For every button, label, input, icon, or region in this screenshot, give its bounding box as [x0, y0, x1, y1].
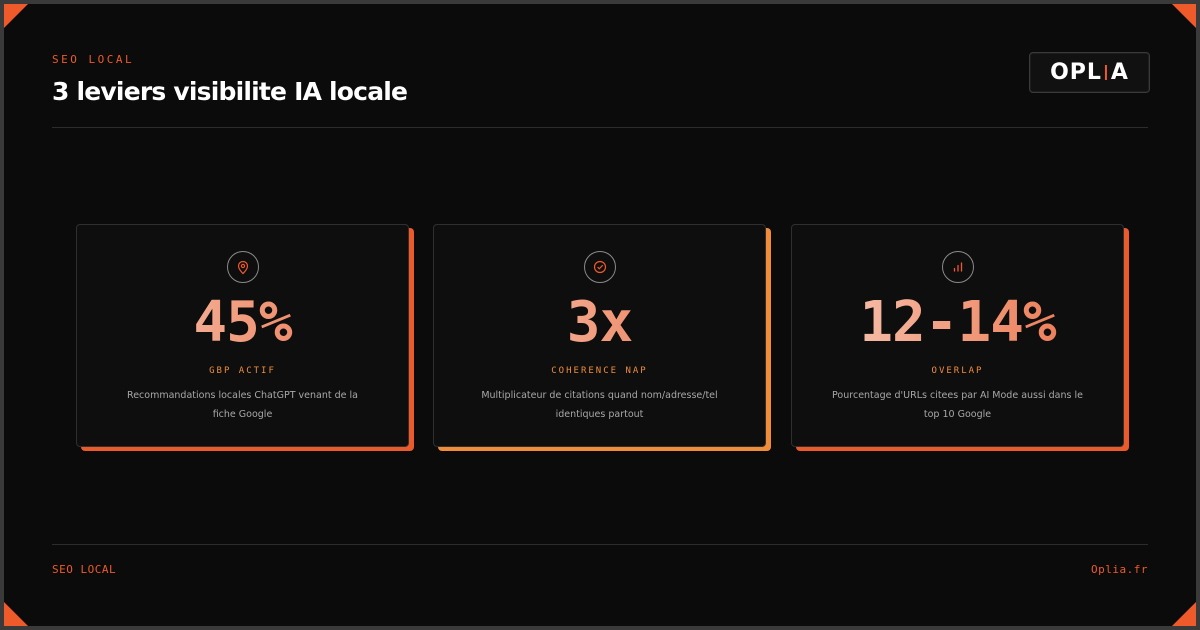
slide-frame: SEO LOCAL 3 leviers visibilite IA locale…: [4, 4, 1196, 626]
location-pin-icon: [226, 251, 259, 283]
logo-text-start: OPL: [1050, 60, 1102, 85]
stat-card-nap: 3x COHERENCE NAP Multiplicateur de citat…: [433, 224, 766, 447]
stat-label: GBP ACTIF: [209, 366, 276, 376]
logo-text-end: A: [1110, 60, 1129, 85]
stat-value: 3x: [434, 291, 765, 355]
stat-card-overlap: 12-14% OVERLAP Pourcentage d'URLs citees…: [791, 224, 1124, 447]
corner-decoration-bottom-right: [1172, 602, 1196, 626]
stat-label: COHERENCE NAP: [551, 366, 648, 376]
corner-decoration-top-left: [4, 4, 28, 28]
stat-value: 12-14%: [792, 291, 1123, 355]
footer-divider: [52, 544, 1148, 545]
stat-value: 45%: [77, 291, 408, 355]
corner-decoration-top-right: [1172, 4, 1196, 28]
corner-decoration-bottom-left: [4, 602, 28, 626]
stat-card-gbp: 45% GBP ACTIF Recommandations locales Ch…: [76, 224, 409, 447]
check-circle-icon: [583, 251, 616, 283]
header-divider: [52, 127, 1148, 128]
stat-description: Recommandations locales ChatGPT venant d…: [127, 390, 358, 420]
eyebrow-label: SEO LOCAL: [52, 53, 135, 66]
page-title: 3 leviers visibilite IA locale: [52, 77, 408, 106]
footer-website-link[interactable]: Oplia.fr: [1091, 563, 1148, 576]
stat-description: Multiplicateur de citations quand nom/ad…: [481, 390, 718, 420]
brand-logo: OPL I A: [1029, 52, 1150, 93]
logo-accent: I: [1102, 60, 1110, 85]
bar-chart-icon: [941, 251, 974, 283]
stat-description: Pourcentage d'URLs citees par AI Mode au…: [832, 390, 1083, 420]
footer-category: SEO LOCAL: [52, 563, 117, 576]
stat-label: OVERLAP: [931, 366, 984, 376]
